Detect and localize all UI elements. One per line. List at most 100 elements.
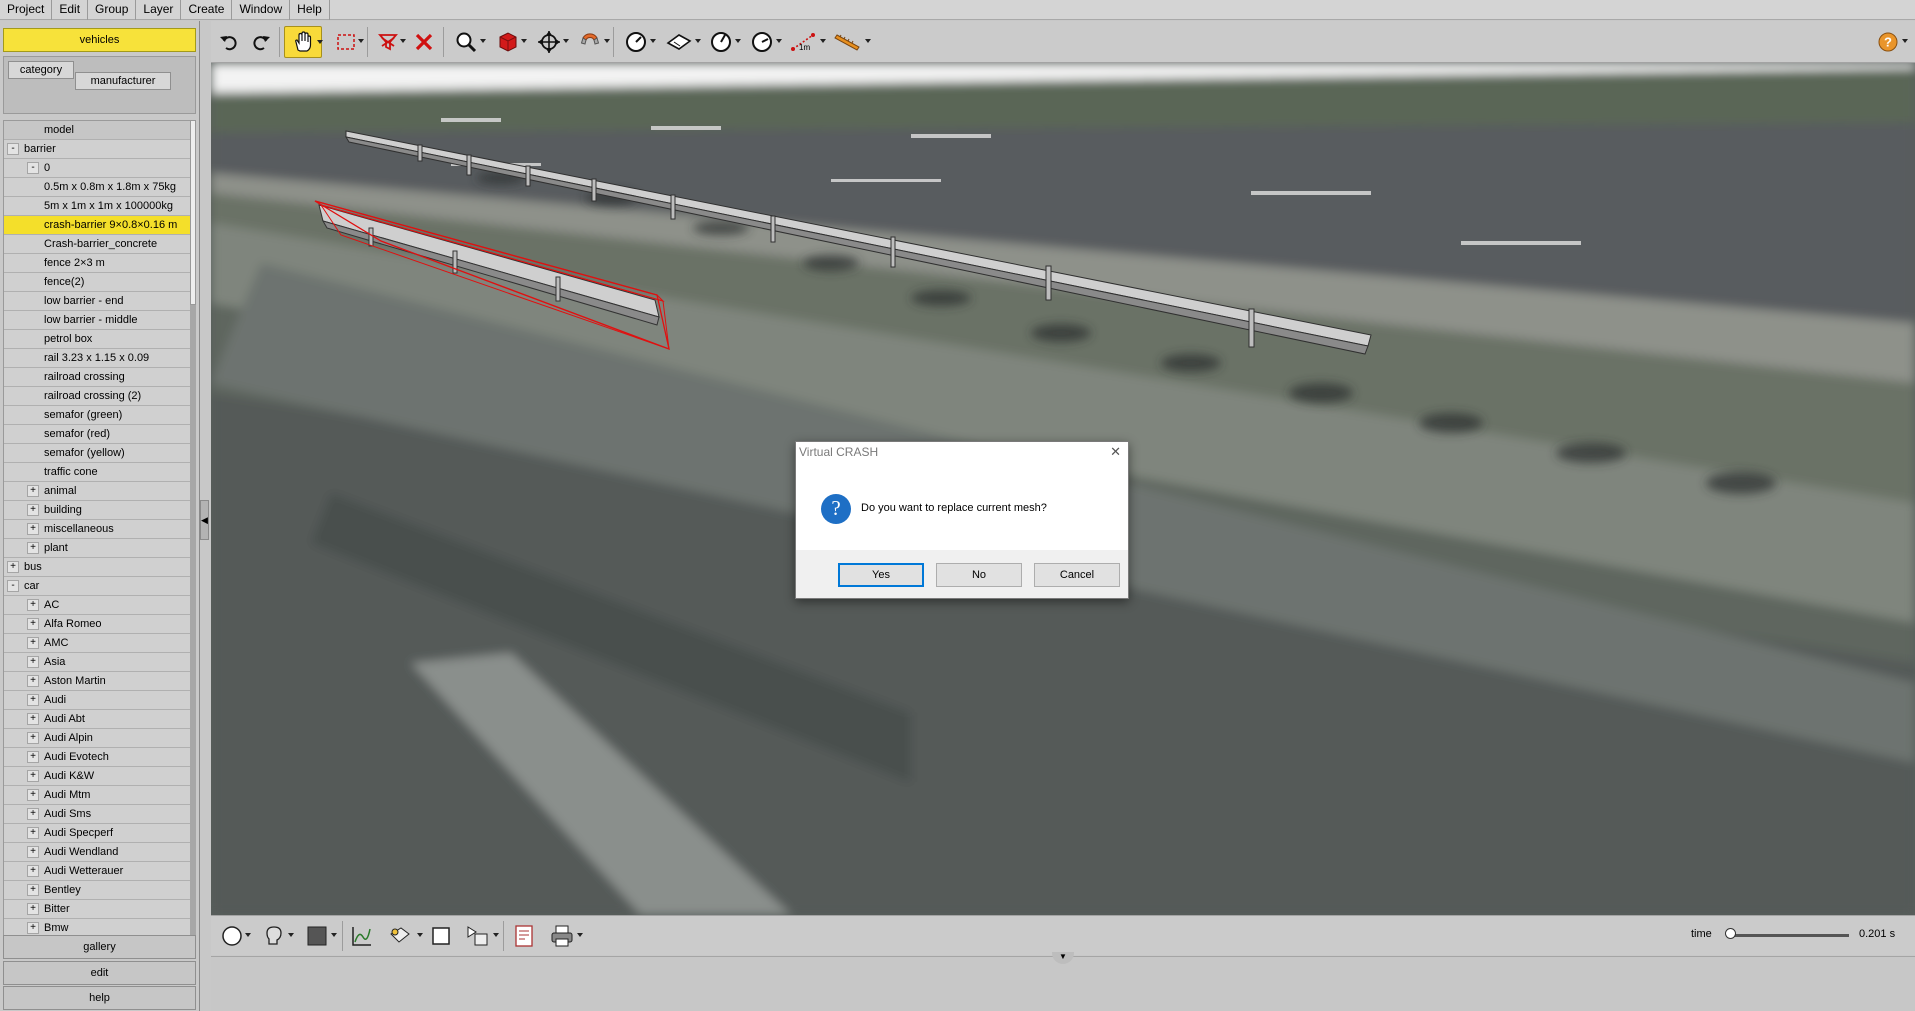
tree-item[interactable]: + Audi Sms: [4, 805, 193, 824]
tree-item[interactable]: 0.5m x 0.8m x 1.8m x 75kg: [4, 178, 193, 197]
expand-toggle[interactable]: +: [27, 751, 39, 763]
magnet-icon[interactable]: [572, 26, 610, 58]
print-icon[interactable]: [543, 920, 583, 952]
tree-item[interactable]: traffic cone: [4, 463, 193, 482]
tree-item[interactable]: + Alfa Romeo: [4, 615, 193, 634]
tree-item[interactable]: + Aston Martin: [4, 672, 193, 691]
menu-window[interactable]: Window: [232, 0, 291, 20]
expand-toggle[interactable]: +: [27, 922, 39, 934]
edit-button[interactable]: edit: [3, 961, 196, 985]
vehicles-tab[interactable]: vehicles: [3, 28, 196, 52]
camera-light-icon[interactable]: [381, 920, 423, 952]
time-slider-knob[interactable]: [1725, 928, 1736, 939]
tree-item[interactable]: + Audi Mtm: [4, 786, 193, 805]
tree-item[interactable]: - barrier: [4, 140, 193, 159]
graph-chart-icon[interactable]: [347, 920, 377, 952]
tree-item[interactable]: low barrier - middle: [4, 311, 193, 330]
tree-item[interactable]: + Asia: [4, 653, 193, 672]
tree-item[interactable]: + building: [4, 501, 193, 520]
play-sequence-icon[interactable]: [459, 920, 499, 952]
close-icon[interactable]: ✕: [1110, 444, 1121, 460]
tree-item[interactable]: Crash-barrier_concrete: [4, 235, 193, 254]
tree-item[interactable]: semafor (red): [4, 425, 193, 444]
move-icon[interactable]: [531, 26, 569, 58]
tree-item[interactable]: + Bitter: [4, 900, 193, 919]
tree-scrollbar[interactable]: [190, 120, 196, 954]
speed-dial-icon[interactable]: [744, 26, 782, 58]
help-button[interactable]: help: [3, 986, 196, 1010]
tree-item[interactable]: fence(2): [4, 273, 193, 292]
expand-toggle[interactable]: +: [27, 903, 39, 915]
tree-item[interactable]: railroad crossing (2): [4, 387, 193, 406]
expand-toggle[interactable]: +: [27, 827, 39, 839]
redo-icon[interactable]: [247, 26, 275, 58]
tree-item[interactable]: + Audi Specperf: [4, 824, 193, 843]
tree-item[interactable]: petrol box: [4, 330, 193, 349]
tree-item[interactable]: + animal: [4, 482, 193, 501]
menu-layer[interactable]: Layer: [136, 0, 182, 20]
color-swatch-icon[interactable]: [299, 920, 337, 952]
ruler-pencil-icon[interactable]: [829, 26, 871, 58]
tree-item[interactable]: 5m x 1m x 1m x 100000kg: [4, 197, 193, 216]
angle-icon[interactable]: [703, 26, 741, 58]
tree-item[interactable]: + plant: [4, 539, 193, 558]
help-icon[interactable]: ?: [1870, 26, 1908, 58]
tree-item[interactable]: rail 3.23 x 1.15 x 0.09: [4, 349, 193, 368]
tree-item[interactable]: semafor (yellow): [4, 444, 193, 463]
measure-plane-icon[interactable]: [659, 26, 701, 58]
cancel-button[interactable]: Cancel: [1034, 563, 1120, 587]
select-rectangle-icon[interactable]: [330, 26, 364, 58]
tree-item[interactable]: -0: [4, 159, 193, 178]
expand-toggle[interactable]: +: [27, 599, 39, 611]
tab-category[interactable]: category: [8, 61, 74, 79]
tree-item[interactable]: railroad crossing: [4, 368, 193, 387]
distance-1m-icon[interactable]: 1m: [784, 26, 826, 58]
gauge-icon[interactable]: [618, 26, 656, 58]
collapse-sidebar-handle[interactable]: ◀: [200, 500, 209, 540]
tree-item[interactable]: + Audi Wetterauer: [4, 862, 193, 881]
expand-toggle[interactable]: +: [7, 561, 19, 573]
expand-toggle[interactable]: +: [27, 523, 39, 535]
zoom-icon[interactable]: [448, 26, 486, 58]
undo-icon[interactable]: [215, 26, 243, 58]
head-model-icon[interactable]: [256, 920, 294, 952]
tree-item[interactable]: + Audi Abt: [4, 710, 193, 729]
tree-item[interactable]: + bus: [4, 558, 193, 577]
collapse-toggle[interactable]: -: [7, 143, 19, 155]
expand-toggle[interactable]: +: [27, 732, 39, 744]
yes-button[interactable]: Yes: [838, 563, 924, 587]
expand-toggle[interactable]: +: [27, 694, 39, 706]
report-icon[interactable]: [509, 920, 539, 952]
frame-icon[interactable]: [427, 920, 455, 952]
tree-item[interactable]: + Audi Evotech: [4, 748, 193, 767]
tree-item[interactable]: - car: [4, 577, 193, 596]
red-cube-icon[interactable]: [491, 26, 527, 58]
expand-toggle[interactable]: +: [27, 713, 39, 725]
tab-manufacturer[interactable]: manufacturer: [75, 72, 171, 90]
no-button[interactable]: No: [936, 563, 1022, 587]
gallery-button[interactable]: gallery: [3, 935, 196, 959]
tree-item[interactable]: + Bentley: [4, 881, 193, 900]
tree-item[interactable]: + Audi: [4, 691, 193, 710]
menu-group[interactable]: Group: [88, 0, 137, 20]
expand-toggle[interactable]: +: [27, 865, 39, 877]
menu-edit[interactable]: Edit: [52, 0, 89, 20]
expand-toggle[interactable]: +: [27, 789, 39, 801]
expand-toggle[interactable]: +: [27, 656, 39, 668]
tree-item[interactable]: + AMC: [4, 634, 193, 653]
tree-item[interactable]: + miscellaneous: [4, 520, 193, 539]
delete-icon[interactable]: [410, 26, 438, 58]
tree-item[interactable]: semafor (green): [4, 406, 193, 425]
hand-pan-icon[interactable]: [284, 26, 323, 58]
filter-select-icon[interactable]: [372, 26, 406, 58]
menu-help[interactable]: Help: [290, 0, 330, 20]
expand-toggle[interactable]: +: [27, 504, 39, 516]
tree-scrollbar-thumb[interactable]: [190, 120, 196, 305]
menu-create[interactable]: Create: [181, 0, 233, 20]
expand-toggle[interactable]: +: [27, 808, 39, 820]
expand-toggle[interactable]: +: [27, 637, 39, 649]
time-slider[interactable]: [1729, 934, 1849, 937]
expand-toggle[interactable]: +: [27, 675, 39, 687]
expand-toggle[interactable]: +: [27, 542, 39, 554]
tree-item[interactable]: + AC: [4, 596, 193, 615]
